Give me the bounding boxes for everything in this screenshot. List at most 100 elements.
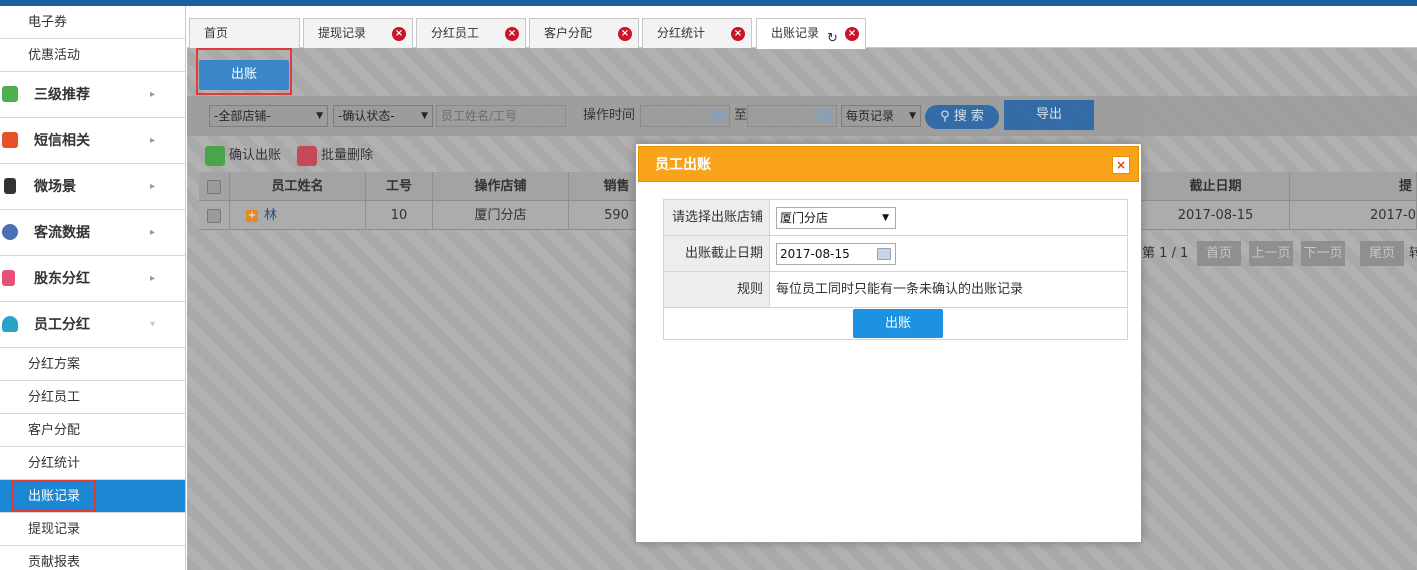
tab-label: 出账记录: [771, 26, 820, 40]
sidebar-group-employee-bonus[interactable]: 员工分红 ▾: [0, 302, 185, 348]
sidebar-group-traffic[interactable]: 客流数据 ▸: [0, 210, 185, 256]
highlight-box: [12, 480, 96, 512]
tab-label: 客户分配: [544, 26, 593, 40]
confirm-payout-button[interactable]: 确认出账: [205, 146, 281, 166]
sidebar-item-promotion[interactable]: 优惠活动: [0, 39, 185, 72]
dropdown-arrow-icon: ▼: [882, 213, 889, 223]
payout-dialog: 员工出账 × 请选择出账店铺 厦门分店 ▼ 出账截止日期 2017-08-15 …: [635, 143, 1142, 543]
status-select[interactable]: -确认状态- ▼: [333, 105, 433, 127]
close-icon[interactable]: ×: [618, 27, 632, 41]
date-label: 出账截止日期: [664, 236, 770, 271]
sidebar-item-bonus-employee[interactable]: 分红员工: [0, 381, 185, 414]
tab-bonus-employee[interactable]: 分红员工 ×: [416, 18, 526, 48]
user-icon: [2, 316, 18, 332]
sidebar-group-shareholder[interactable]: 股东分红 ▸: [0, 256, 185, 302]
tab-withdraw-records[interactable]: 提现记录 ×: [303, 18, 413, 48]
pager-prev-button[interactable]: 上一页: [1249, 241, 1293, 266]
sidebar-group-sms[interactable]: 短信相关 ▸: [0, 118, 185, 164]
dropdown-arrow-icon: ▼: [909, 111, 916, 121]
sidebar-group-label: 股东分红: [34, 271, 90, 287]
pager-last-button[interactable]: 尾页: [1360, 241, 1404, 266]
sidebar-item-customer-assign[interactable]: 客户分配: [0, 414, 185, 447]
payout-store-select[interactable]: 厦门分店 ▼: [776, 207, 896, 229]
employee-name-link[interactable]: 林: [264, 208, 277, 223]
col-op-date: 提: [1290, 172, 1417, 201]
cell-employee-id: 10: [366, 201, 433, 230]
filter-bar: -全部店铺- ▼ -确认状态- ▼ 员工姓名/工号 操作时间 至 每页记录 ▼ …: [187, 96, 1417, 136]
row-checkbox[interactable]: [199, 201, 230, 230]
search-label: 搜 索: [953, 109, 984, 124]
cell-employee-name[interactable]: + 林: [230, 201, 366, 230]
end-date-input[interactable]: [747, 105, 837, 127]
sidebar-item-payout-records[interactable]: 出账记录: [0, 480, 185, 513]
col-employee-id: 工号: [366, 172, 433, 201]
close-icon[interactable]: ×: [392, 27, 406, 41]
employee-search-input[interactable]: 员工姓名/工号: [436, 105, 566, 127]
sidebar-group-referral[interactable]: 三级推荐 ▸: [0, 72, 185, 118]
document-icon: [2, 270, 15, 286]
form-row-submit: 出账: [664, 308, 1127, 339]
chart-icon: [2, 224, 18, 240]
cell-op-date: 2017-0: [1290, 201, 1417, 230]
export-button[interactable]: 导出: [1004, 100, 1094, 130]
pager-first-button[interactable]: 首页: [1197, 241, 1241, 266]
expand-icon[interactable]: +: [246, 209, 258, 222]
select-all-checkbox[interactable]: [199, 172, 230, 201]
chevron-right-icon: ▸: [150, 135, 156, 146]
rule-label: 规则: [664, 272, 770, 307]
search-button[interactable]: ⚲ 搜 索: [925, 105, 999, 129]
batch-delete-button[interactable]: 批量删除: [297, 146, 373, 166]
store-label: 请选择出账店铺: [664, 200, 770, 235]
highlight-box: [196, 48, 292, 95]
payout-date-input[interactable]: 2017-08-15: [776, 243, 896, 265]
tab-label: 首页: [204, 26, 229, 40]
col-store: 操作店铺: [433, 172, 569, 201]
select-value: 每页记录: [846, 109, 895, 123]
op-time-label: 操作时间: [583, 108, 636, 123]
to-label: 至: [734, 108, 748, 123]
col-employee-name: 员工姓名: [230, 172, 366, 201]
pager-next-button[interactable]: 下一页: [1301, 241, 1345, 266]
page-size-select[interactable]: 每页记录 ▼: [841, 105, 921, 127]
search-icon: ⚲: [940, 109, 950, 124]
sidebar-group-label: 短信相关: [34, 133, 90, 149]
form-row-rule: 规则 每位员工同时只能有一条未确认的出账记录: [664, 272, 1127, 308]
date-value: 2017-08-15: [780, 247, 850, 261]
dropdown-arrow-icon: ▼: [421, 111, 428, 121]
calendar-icon[interactable]: [877, 248, 891, 260]
tab-home[interactable]: 首页: [189, 18, 300, 48]
tab-label: 提现记录: [318, 26, 367, 40]
sidebar-group-micro-scene[interactable]: 微场景 ▸: [0, 164, 185, 210]
store-select[interactable]: -全部店铺- ▼: [209, 105, 328, 127]
calendar-icon[interactable]: [818, 110, 832, 122]
tab-bonus-stats[interactable]: 分红统计 ×: [642, 18, 752, 48]
tab-bar: 首页 提现记录 × 分红员工 × 客户分配 × 分红统计 × 出账记录 ↻ ×: [187, 6, 1417, 49]
close-icon[interactable]: ×: [1112, 156, 1130, 174]
sidebar-group-label: 微场景: [34, 179, 76, 195]
close-icon[interactable]: ×: [731, 27, 745, 41]
sidebar-item-bonus-plan[interactable]: 分红方案: [0, 348, 185, 381]
form-row-store: 请选择出账店铺 厦门分店 ▼: [664, 200, 1127, 236]
pager-info: 第 1 / 1: [1142, 246, 1189, 261]
sidebar-item-coupon[interactable]: 电子券: [0, 6, 185, 39]
sidebar-item-contribution-report[interactable]: 贡献报表: [0, 546, 185, 570]
tab-label: 分红员工: [431, 26, 480, 40]
close-icon[interactable]: ×: [845, 27, 859, 41]
sidebar-item-withdraw-records[interactable]: 提现记录: [0, 513, 185, 546]
calendar-icon[interactable]: [711, 110, 725, 122]
phone-icon: [2, 132, 18, 148]
sidebar-item-bonus-stats[interactable]: 分红统计: [0, 447, 185, 480]
link-icon: [205, 146, 225, 166]
sidebar-group-label: 三级推荐: [34, 87, 90, 103]
start-date-input[interactable]: [640, 105, 730, 127]
toolbar: 出账: [187, 48, 1417, 96]
sidebar-group-label: 客流数据: [34, 225, 90, 241]
tab-customer-assign[interactable]: 客户分配 ×: [529, 18, 639, 48]
close-icon[interactable]: ×: [505, 27, 519, 41]
tab-payout-records[interactable]: 出账记录 ↻ ×: [756, 18, 866, 49]
dialog-title: 员工出账: [655, 157, 711, 173]
payout-submit-button[interactable]: 出账: [853, 309, 943, 338]
select-value: -确认状态-: [338, 109, 395, 123]
dialog-header: 员工出账 ×: [638, 146, 1139, 182]
chevron-right-icon: ▸: [150, 89, 156, 100]
